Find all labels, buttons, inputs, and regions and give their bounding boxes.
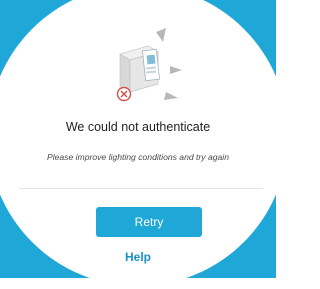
bottom-strip	[0, 278, 276, 289]
document-scan-icon	[104, 28, 186, 106]
error-title: We could not authenticate	[65, 120, 211, 134]
error-hint: Please improve lighting conditions and t…	[46, 152, 229, 162]
divider	[19, 188, 263, 189]
error-circle-icon	[116, 86, 132, 102]
help-link[interactable]: Help	[0, 250, 276, 264]
retry-button[interactable]: Retry	[96, 207, 202, 237]
authentication-error-screen: We could not authenticate Please improve…	[0, 0, 276, 289]
